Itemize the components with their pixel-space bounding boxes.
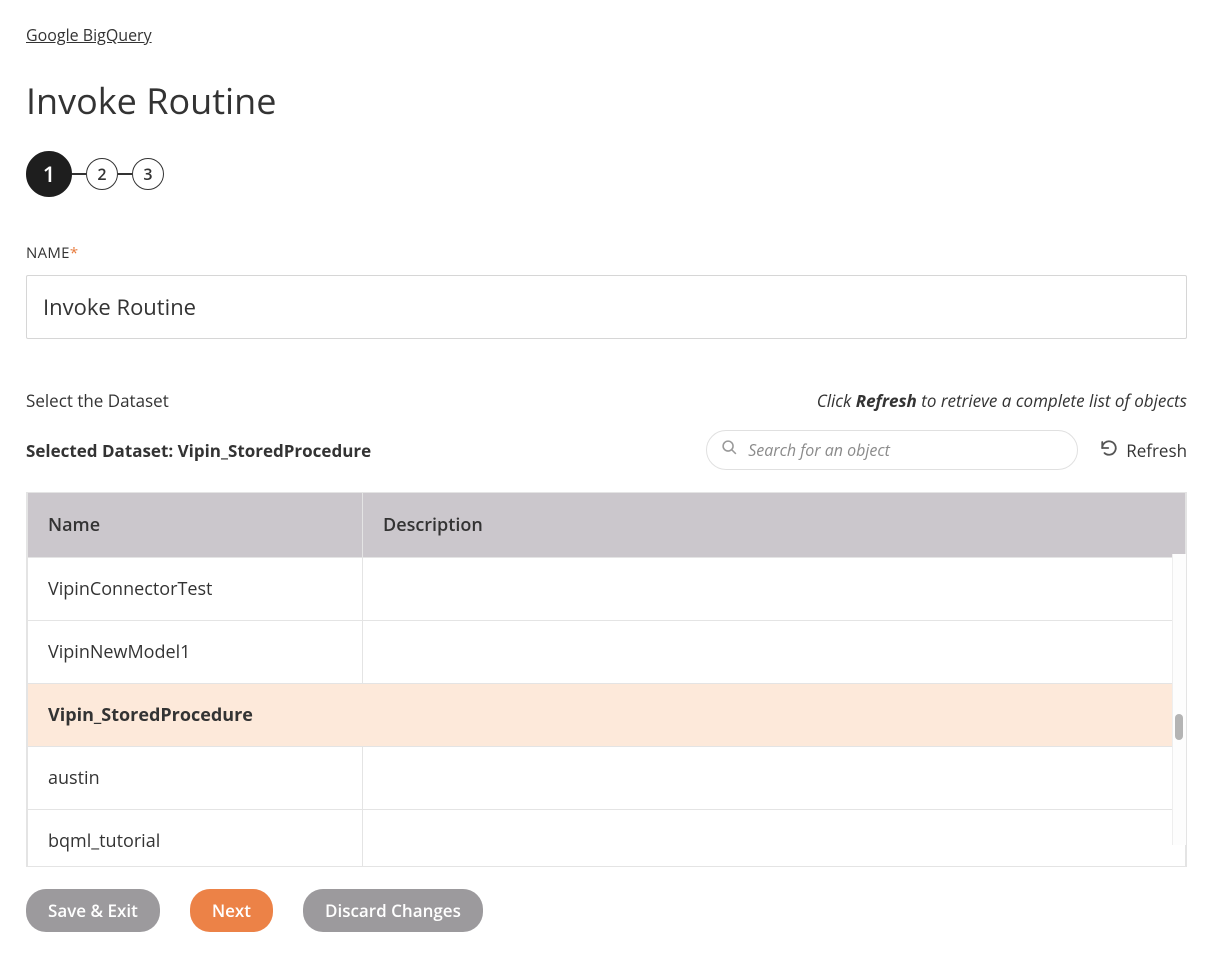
refresh-button[interactable]: Refresh <box>1100 439 1187 462</box>
next-button[interactable]: Next <box>190 889 273 932</box>
name-input[interactable] <box>26 275 1187 339</box>
refresh-icon <box>1100 439 1118 462</box>
cell-description <box>363 747 1186 810</box>
search-icon <box>721 439 738 461</box>
dataset-table: Name Description VipinConnectorTestVipin… <box>27 492 1186 867</box>
refresh-label: Refresh <box>1126 439 1187 462</box>
step-1[interactable]: 1 <box>26 151 72 197</box>
scrollbar-track[interactable] <box>1172 554 1186 845</box>
search-wrap <box>706 430 1078 470</box>
select-dataset-label: Select the Dataset <box>26 389 169 412</box>
cell-name: bqml_tutorial <box>28 810 363 868</box>
cell-name: VipinConnectorTest <box>28 558 363 621</box>
cell-description <box>363 810 1186 868</box>
search-input[interactable] <box>748 439 1065 461</box>
discard-button[interactable]: Discard Changes <box>303 889 483 932</box>
selected-dataset-label: Selected Dataset: Vipin_StoredProcedure <box>26 439 686 462</box>
stepper: 1 2 3 <box>26 151 1187 197</box>
cell-description <box>363 684 1186 747</box>
cell-description <box>363 621 1186 684</box>
name-field-label: NAME* <box>26 243 1187 263</box>
table-row[interactable]: VipinNewModel1 <box>28 621 1186 684</box>
scrollbar-thumb[interactable] <box>1175 714 1183 740</box>
table-row[interactable]: VipinConnectorTest <box>28 558 1186 621</box>
table-row[interactable]: bqml_tutorial <box>28 810 1186 868</box>
cell-name: Vipin_StoredProcedure <box>28 684 363 747</box>
refresh-hint: Click Refresh to retrieve a complete lis… <box>817 389 1187 412</box>
step-connector <box>118 173 132 175</box>
cell-name: austin <box>28 747 363 810</box>
table-row[interactable]: Vipin_StoredProcedure <box>28 684 1186 747</box>
cell-description <box>363 558 1186 621</box>
step-connector <box>72 173 86 175</box>
step-3[interactable]: 3 <box>132 158 164 190</box>
cell-name: VipinNewModel1 <box>28 621 363 684</box>
step-2[interactable]: 2 <box>86 158 118 190</box>
table-row[interactable]: austin <box>28 747 1186 810</box>
breadcrumb-google-bigquery[interactable]: Google BigQuery <box>26 24 1187 46</box>
save-exit-button[interactable]: Save & Exit <box>26 889 160 932</box>
column-header-description[interactable]: Description <box>363 493 1186 558</box>
column-header-name[interactable]: Name <box>28 493 363 558</box>
page-title: Invoke Routine <box>26 76 1187 125</box>
